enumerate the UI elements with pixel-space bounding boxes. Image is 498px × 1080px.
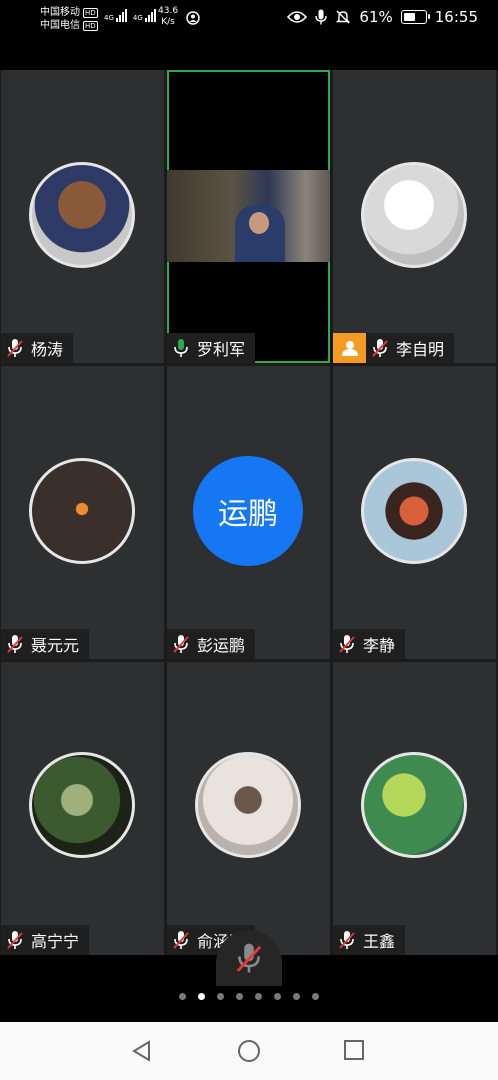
- status-right: 61% 16:55: [287, 8, 478, 26]
- signal-icon: 4G 4G: [104, 9, 156, 22]
- participant-nametag: 王鑫: [333, 925, 406, 955]
- participant-tile-active[interactable]: 罗利军: [167, 70, 330, 363]
- participant-nametag: 高宁宁: [1, 925, 90, 955]
- speed-value: 43.6: [158, 6, 179, 16]
- avatar: [361, 162, 467, 268]
- video-feed: [167, 170, 330, 262]
- participant-nametag: 聂元元: [1, 629, 90, 659]
- participant-name: 杨涛: [31, 340, 64, 359]
- mic-on-icon: [174, 339, 188, 357]
- page-dot[interactable]: [179, 993, 186, 1000]
- mic-muted-icon: [339, 931, 355, 949]
- participant-nametag: 彭运鹏: [167, 629, 256, 659]
- avatar: [29, 458, 135, 564]
- hd-badge: HD: [83, 20, 98, 31]
- mic-muted-icon: [339, 635, 355, 653]
- avatar: [361, 458, 467, 564]
- participant-tile[interactable]: 杨涛: [1, 70, 164, 363]
- network-type: 4G: [104, 14, 114, 22]
- participant-tile[interactable]: 李静: [333, 366, 496, 659]
- participant-name: 罗利军: [197, 340, 246, 359]
- participant-tile[interactable]: 运鹏 彭运鹏: [167, 366, 330, 659]
- battery-percent: 61%: [359, 8, 393, 26]
- mic-muted-icon: [236, 943, 262, 973]
- mic-status-icon: [315, 9, 328, 25]
- avatar: [29, 162, 135, 268]
- video-grid: 杨涛 罗利军 李自明 聂元元 运鹏 彭运鹏 李静 高宁宁 俞涵曦 王鑫: [0, 70, 498, 955]
- recents-icon[interactable]: [344, 1040, 365, 1061]
- battery-level: [403, 13, 415, 21]
- host-badge-icon: [333, 333, 366, 363]
- mute-bell-icon: [336, 10, 351, 24]
- participant-tile[interactable]: 聂元元: [1, 366, 164, 659]
- page-dot[interactable]: [293, 993, 300, 1000]
- participant-nametag: 李自明: [366, 333, 455, 363]
- page-dot[interactable]: [217, 993, 224, 1000]
- network-type: 4G: [132, 14, 143, 22]
- page-dot[interactable]: [274, 993, 281, 1000]
- eye-icon: [287, 11, 308, 23]
- page-dot[interactable]: [198, 993, 205, 1000]
- page-dot[interactable]: [312, 993, 319, 1000]
- carrier-info: 中国移动 HD 中国电信 HD: [40, 6, 98, 32]
- mic-muted-icon: [7, 931, 23, 949]
- participant-name: 高宁宁: [31, 932, 80, 951]
- participant-nametag: 李静: [333, 629, 406, 659]
- page-dot[interactable]: [236, 993, 243, 1000]
- avatar: [361, 752, 467, 858]
- status-bar: 中国移动 HD 中国电信 HD 4G 4G 43.6 K/s 61% 16:55: [0, 0, 498, 70]
- initials-avatar: 运鹏: [193, 456, 303, 566]
- avatar: [195, 752, 301, 858]
- network-speed: 43.6 K/s: [158, 6, 178, 28]
- battery-icon: [400, 10, 430, 24]
- participant-name: 李静: [363, 636, 396, 655]
- page-indicator[interactable]: [0, 993, 498, 1000]
- participant-tile[interactable]: 俞涵曦: [167, 662, 330, 955]
- participant-name: 王鑫: [363, 932, 396, 951]
- carrier-1: 中国移动: [40, 7, 80, 18]
- hd-badge: HD: [83, 7, 98, 18]
- mic-muted-icon: [7, 339, 23, 357]
- participant-name: 李自明: [396, 340, 445, 359]
- participant-tile[interactable]: 高宁宁: [1, 662, 164, 955]
- back-icon[interactable]: [131, 1040, 153, 1062]
- participant-tile[interactable]: 王鑫: [333, 662, 496, 955]
- participant-name: 聂元元: [31, 636, 80, 655]
- mic-muted-icon: [173, 931, 189, 949]
- participant-nametag: 杨涛: [1, 333, 74, 363]
- system-nav-bar: [0, 1022, 498, 1080]
- participant-name: 彭运鹏: [197, 636, 246, 655]
- mic-muted-icon: [372, 339, 388, 357]
- avatar: [29, 752, 135, 858]
- carrier-2: 中国电信: [40, 20, 80, 31]
- clock: 16:55: [434, 8, 478, 26]
- home-icon[interactable]: [237, 1040, 261, 1064]
- mic-muted-icon: [173, 635, 189, 653]
- participant-tile[interactable]: 李自明: [333, 70, 496, 363]
- participant-nametag: 罗利军: [167, 333, 256, 363]
- speed-unit: K/s: [161, 17, 175, 27]
- privacy-icon: [186, 11, 200, 25]
- page-dot[interactable]: [255, 993, 262, 1000]
- mic-muted-icon: [7, 635, 23, 653]
